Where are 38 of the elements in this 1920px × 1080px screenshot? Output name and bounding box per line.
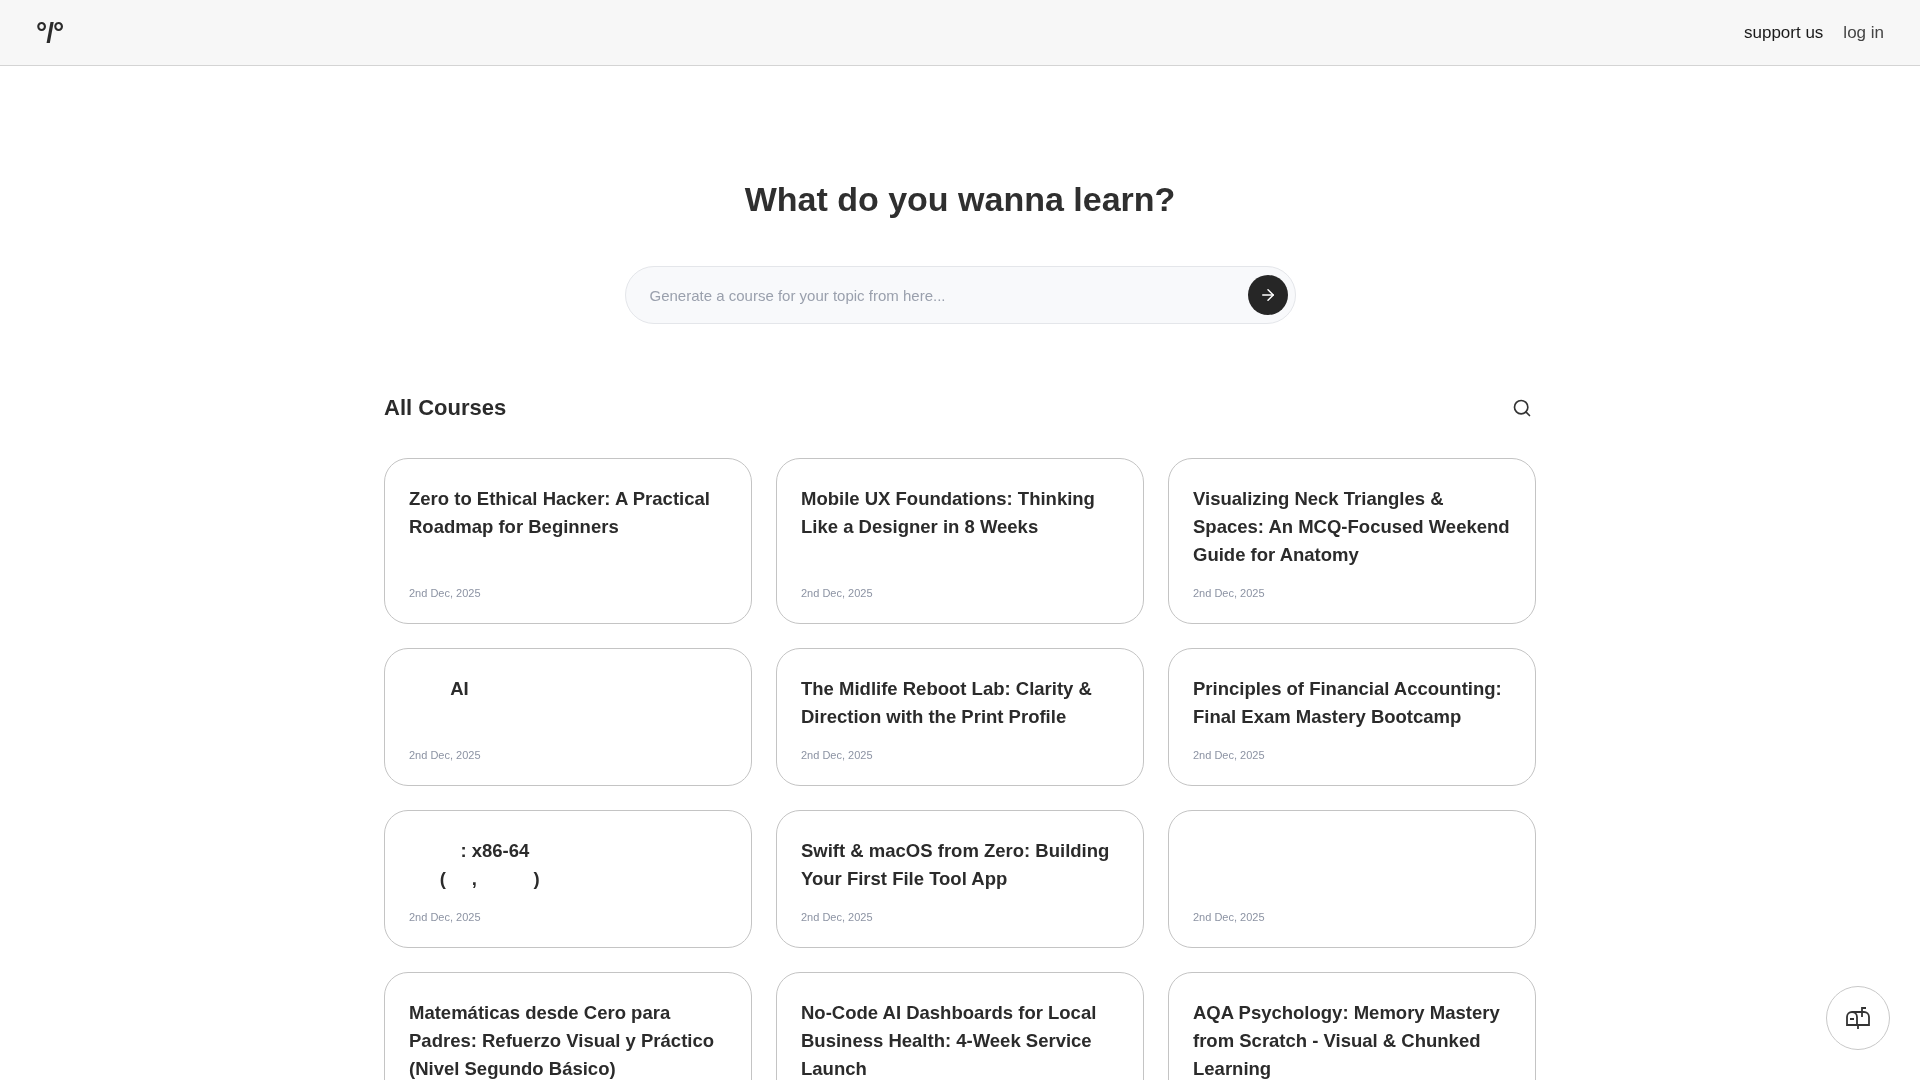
course-date: 2nd Dec, 2025 <box>1193 749 1266 761</box>
course-date: 2nd Dec, 2025 <box>801 587 874 599</box>
course-card[interactable]: : x86-64 ( , ) 2nd Dec, 2025 <box>384 810 752 948</box>
course-date: 2nd Dec, 2025 <box>1193 911 1266 923</box>
nav-link[interactable]: log in <box>1843 22 1884 43</box>
mailbox-icon <box>1845 1006 1871 1030</box>
page-heading: What do you wanna learn? <box>743 180 1177 219</box>
section-title: All Courses <box>384 395 507 421</box>
logo[interactable]: °/° <box>36 16 64 49</box>
course-card[interactable]: No-Code AI Dashboards for Local Business Health: 4-Week Service Launch <box>776 972 1144 1080</box>
course-title: The Midlife Reboot Lab: Clarity & Direction with the Print Profile <box>801 677 1093 729</box>
course-card[interactable]: Zero to Ethical Hacker: A Practical Roadmap for Beginners 2nd Dec, 2025 <box>384 458 752 624</box>
course-card[interactable]: AQA Psychology: Memory Mastery from Scratch - Visual & Chunked Learning <box>1168 972 1536 1080</box>
course-card[interactable]: AI 2nd Dec, 2025 <box>384 648 752 786</box>
course-card[interactable]: Visualizing Neck Triangles & Spaces: An MCQ-Focused Weekend Guide for Anatomy 2nd Dec, 2025 <box>1168 458 1536 624</box>
course-title: Visualizing Neck Triangles & Spaces: An MCQ-Focused Weekend Guide for Anatomy <box>1193 487 1511 567</box>
course-card[interactable]: The Midlife Reboot Lab: Clarity & Direction with the Print Profile 2nd Dec, 2025 <box>776 648 1144 786</box>
course-date: 2nd Dec, 2025 <box>1193 587 1266 599</box>
course-card[interactable]: Matemáticas desde Cero para Padres: Refuerzo Visual y Práctico (Nivel Segundo Básico) <box>384 972 752 1080</box>
course-title: AI <box>449 677 470 701</box>
course-card[interactable]: Principles of Financial Accounting: Final Exam Mastery Bootcamp 2nd Dec, 2025 <box>1168 648 1536 786</box>
course-title: AQA Psychology: Memory Mastery from Scratch - Visual & Chunked Learning <box>1193 1001 1501 1080</box>
course-title: Matemáticas desde Cero para Padres: Refuerzo Visual y Práctico (Nivel Segundo Básico) <box>409 1001 716 1080</box>
course-title: Principles of Financial Accounting: Final Exam Mastery Bootcamp <box>1193 677 1503 729</box>
course-date: 2nd Dec, 2025 <box>409 587 482 599</box>
course-date: 2nd Dec, 2025 <box>801 911 874 923</box>
course-card[interactable]: Mobile UX Foundations: Thinking Like a Designer in 8 Weeks 2nd Dec, 2025 <box>776 458 1144 624</box>
course-title: Swift & macOS from Zero: Building Your First File Tool App <box>801 839 1111 891</box>
course-title: No-Code AI Dashboards for Local Business Health: 4-Week Service Launch <box>801 1001 1098 1080</box>
course-date: 2nd Dec, 2025 <box>801 749 874 761</box>
course-date: 2nd Dec, 2025 <box>409 911 482 923</box>
course-title: : x86-64 ( , ) <box>438 839 541 891</box>
course-date: 2nd Dec, 2025 <box>409 749 482 761</box>
topic-input[interactable]: Generate a course for your topic from here... <box>624 266 1296 324</box>
course-card[interactable]: Swift & macOS from Zero: Building Your First File Tool App 2nd Dec, 2025 <box>776 810 1144 948</box>
course-title: Zero to Ethical Hacker: A Practical Roadmap for Beginners <box>409 487 711 539</box>
course-title: Mobile UX Foundations: Thinking Like a Designer in 8 Weeks <box>801 487 1096 539</box>
nav-link[interactable]: support us <box>1743 22 1824 43</box>
